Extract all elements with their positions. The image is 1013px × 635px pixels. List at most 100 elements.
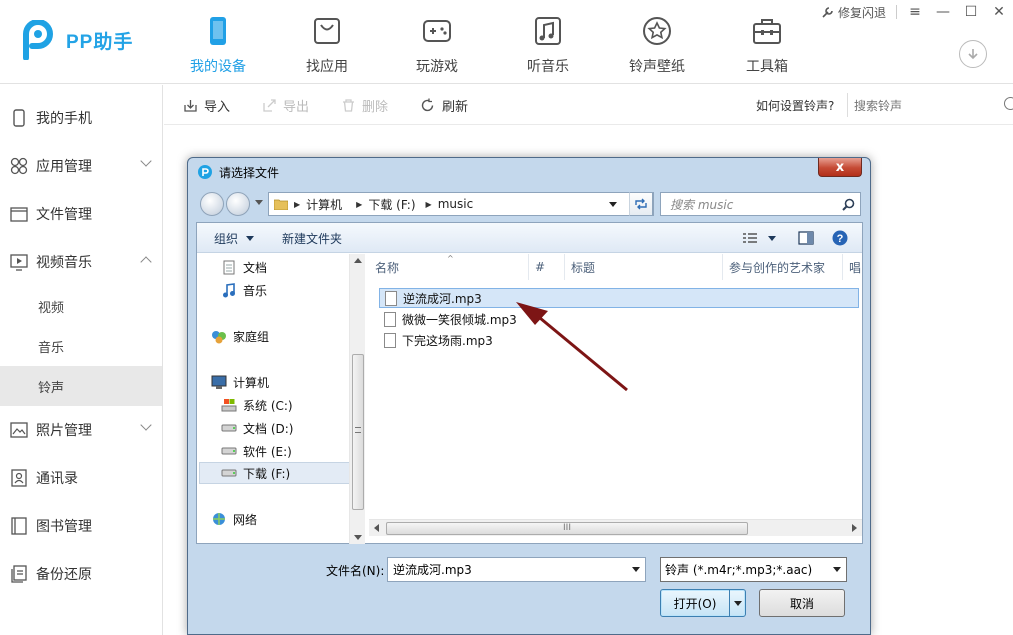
- file-list: 名称 ^ # 标题 参与创作的艺术家 唱 逆流成河.mp3 微微一笑很倾城.mp…: [369, 254, 862, 544]
- tab-toolbox[interactable]: 工具箱: [719, 14, 815, 78]
- chevron-down-icon: [246, 235, 255, 241]
- dialog-close-button[interactable]: x: [818, 158, 862, 177]
- cancel-button[interactable]: 取消: [759, 589, 845, 617]
- chevron-down-icon: [768, 235, 776, 241]
- breadcrumb-label: 计算机: [306, 197, 343, 212]
- nav-item-computer[interactable]: 计算机: [211, 371, 363, 393]
- filename-value: 逆流成河.mp3: [393, 563, 472, 577]
- chevron-down-icon[interactable]: [632, 567, 640, 572]
- nav-item-drive-c[interactable]: 系统 (C:): [221, 394, 364, 416]
- nav-item-label: 系统 (C:): [243, 398, 293, 413]
- nav-item-label: 文档: [243, 260, 268, 275]
- nav-item-documents[interactable]: 文档: [221, 256, 364, 278]
- nav-item-network[interactable]: 网络: [211, 508, 363, 530]
- nav-item-music[interactable]: 音乐: [221, 279, 364, 301]
- address-breadcrumb[interactable]: ▶ 计算机 ▶ 下载 (F:) ▶ music: [268, 192, 654, 216]
- column-header-artist[interactable]: 参与创作的艺术家: [723, 254, 843, 280]
- app-logo: PP助手: [20, 20, 133, 60]
- import-button[interactable]: 导入: [184, 85, 230, 125]
- export-button[interactable]: 导出: [263, 85, 309, 125]
- help-button[interactable]: ?: [832, 223, 848, 253]
- close-button[interactable]: ✕: [985, 0, 1013, 24]
- sidebar-item-file-management[interactable]: 文件管理: [0, 190, 162, 238]
- scroll-up-arrow[interactable]: [354, 258, 362, 263]
- sidebar-item-book-management[interactable]: 图书管理: [0, 502, 162, 550]
- sidebar-item-app-management[interactable]: 应用管理: [0, 142, 162, 190]
- preview-pane-button[interactable]: [798, 223, 814, 253]
- scroll-thumb[interactable]: III: [386, 522, 748, 535]
- scroll-right-arrow[interactable]: [852, 524, 857, 532]
- back-button[interactable]: [200, 192, 224, 216]
- tab-find-apps[interactable]: 找应用: [279, 14, 375, 78]
- sidebar-item-my-phone[interactable]: 我的手机: [0, 94, 162, 142]
- address-bar-row: ▶ 计算机 ▶ 下载 (F:) ▶ music 搜索 music: [198, 190, 862, 216]
- sidebar-subitem-ringtone[interactable]: 铃声: [0, 366, 162, 406]
- sidebar-item-photo-management[interactable]: 照片管理: [0, 406, 162, 454]
- delete-button[interactable]: 删除: [342, 85, 388, 125]
- import-icon: [184, 99, 197, 112]
- download-manager-button[interactable]: [959, 40, 987, 68]
- book-icon: [10, 517, 28, 535]
- sidebar-item-label: 备份还原: [36, 567, 92, 583]
- dialog-search-input[interactable]: 搜索 music: [660, 192, 861, 216]
- menu-button[interactable]: ≡: [901, 0, 929, 24]
- breadcrumb-computer[interactable]: ▶ 计算机: [294, 196, 342, 213]
- repair-crash-button[interactable]: 修复闪退: [821, 4, 886, 21]
- sidebar-subitem-music[interactable]: 音乐: [0, 326, 162, 366]
- navigation-scrollbar[interactable]: [349, 254, 365, 544]
- sidebar-item-backup-restore[interactable]: 备份还原: [0, 550, 162, 598]
- organize-menu[interactable]: 组织: [214, 223, 255, 253]
- navigation-pane: 文档 音乐 家庭组 计算机 系统 (C:) 文档 (D:) 软件 (E:) 下载…: [197, 254, 365, 544]
- file-name: 逆流成河.mp3: [403, 291, 482, 306]
- file-list-hscrollbar[interactable]: III: [369, 519, 862, 536]
- open-options-dropdown[interactable]: [729, 590, 745, 616]
- scroll-down-arrow[interactable]: [354, 535, 362, 540]
- tab-music[interactable]: 听音乐: [500, 14, 596, 78]
- file-type-filter-select[interactable]: 铃声 (*.m4r;*.mp3;*.aac): [660, 557, 847, 582]
- nav-item-drive-d[interactable]: 文档 (D:): [221, 417, 364, 439]
- maximize-button[interactable]: ☐: [957, 0, 985, 24]
- delete-label: 删除: [362, 99, 389, 115]
- column-header-album[interactable]: 唱: [843, 254, 862, 280]
- minimize-button[interactable]: —: [929, 0, 957, 24]
- search-icon: [842, 198, 855, 211]
- tab-games[interactable]: 玩游戏: [389, 14, 485, 78]
- file-open-dialog: 请选择文件 x ▶计算机 ▶下载 (F:) ▶music 搜索 music: [187, 157, 871, 635]
- photo-icon: [10, 421, 28, 439]
- scroll-thumb[interactable]: [352, 354, 364, 510]
- ringtone-search-input[interactable]: [854, 97, 1004, 115]
- nav-item-drive-f[interactable]: 下载 (F:): [199, 462, 351, 484]
- column-header-name[interactable]: 名称 ^: [369, 254, 529, 280]
- nav-item-homegroup[interactable]: 家庭组: [211, 325, 363, 347]
- nav-item-label: 文档 (D:): [243, 421, 294, 436]
- address-dropdown-button[interactable]: [598, 192, 628, 216]
- tab-my-device[interactable]: 我的设备: [170, 14, 266, 78]
- dialog-title: 请选择文件: [219, 165, 280, 180]
- tab-ringtones-wallpapers[interactable]: 铃声壁纸: [609, 14, 705, 78]
- new-folder-button[interactable]: 新建文件夹: [282, 223, 342, 253]
- file-row[interactable]: 下完这场雨.mp3: [379, 330, 859, 350]
- nav-item-drive-e[interactable]: 软件 (E:): [221, 440, 364, 462]
- homegroup-icon: [211, 328, 227, 344]
- column-header-title[interactable]: 标题: [565, 254, 723, 280]
- sidebar-item-video-music[interactable]: 视频音乐: [0, 238, 162, 286]
- sort-ascending-icon: ^: [447, 254, 454, 263]
- ringtone-help-link[interactable]: 如何设置铃声?: [756, 97, 834, 114]
- breadcrumb-download-drive[interactable]: ▶ 下载 (F:): [356, 196, 415, 213]
- scroll-left-arrow[interactable]: [374, 524, 379, 532]
- view-options-button[interactable]: [742, 223, 776, 253]
- column-header-track[interactable]: #: [529, 254, 565, 280]
- sidebar-subitem-video[interactable]: 视频: [0, 286, 162, 326]
- search-icon[interactable]: [1004, 97, 1013, 110]
- breadcrumb-music[interactable]: ▶ music: [426, 197, 474, 211]
- forward-button[interactable]: [226, 192, 250, 216]
- refresh-button[interactable]: 刷新: [420, 85, 468, 125]
- file-row[interactable]: 微微一笑很倾城.mp3: [379, 309, 859, 329]
- phone-icon: [10, 109, 28, 127]
- history-dropdown-icon[interactable]: [255, 200, 263, 205]
- open-button[interactable]: 打开(O): [660, 589, 746, 617]
- address-refresh-button[interactable]: [629, 192, 653, 216]
- sidebar-item-contacts[interactable]: 通讯录: [0, 454, 162, 502]
- file-row[interactable]: 逆流成河.mp3: [379, 288, 859, 308]
- filename-input[interactable]: 逆流成河.mp3: [387, 557, 646, 582]
